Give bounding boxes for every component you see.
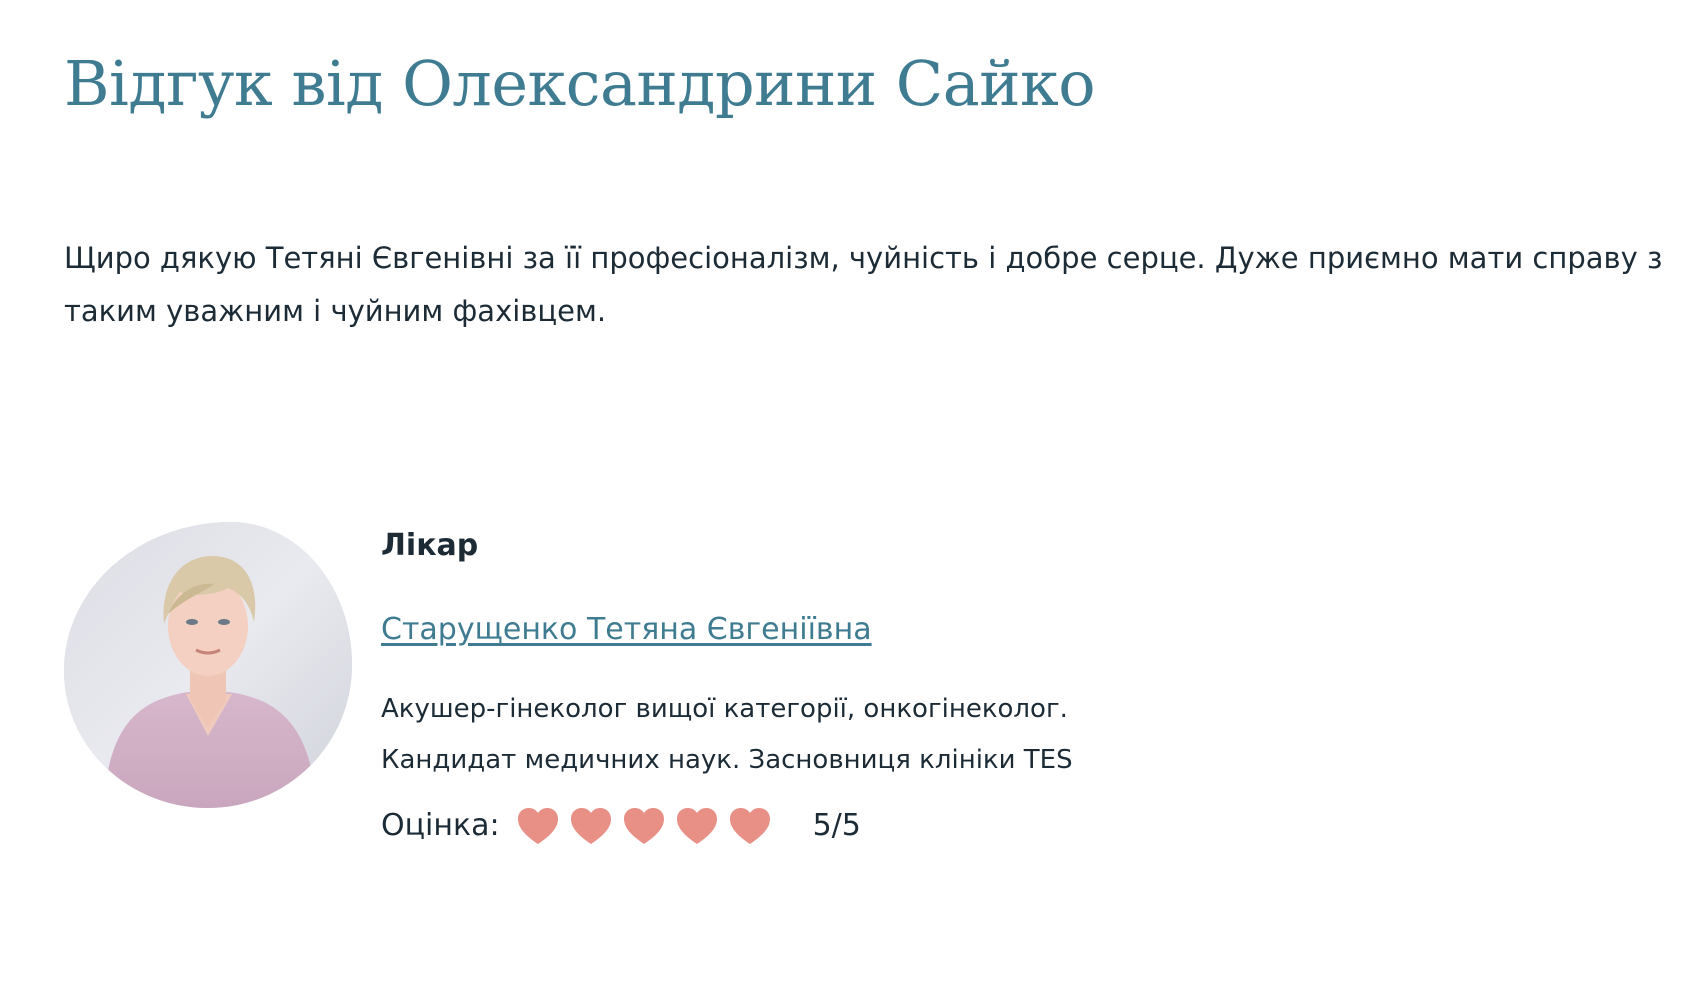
review-title: Відгук від Олександрини Сайко (64, 47, 1096, 120)
heart-icon (570, 808, 611, 844)
doctor-description-line1: Акушер-гінеколог вищої категорії, онкогі… (381, 694, 1068, 724)
doctor-label: Лікар (381, 528, 479, 563)
heart-icon (729, 808, 770, 844)
doctor-portrait-image (64, 522, 352, 808)
rating-label: Оцінка: (381, 808, 500, 843)
review-text: Щиро дякую Тетяні Євгенівні за її профес… (64, 241, 1663, 328)
rating-value: 5/5 (812, 808, 861, 843)
doctor-description-line2: Кандидат медичних наук. Засновниця кліні… (381, 745, 1073, 775)
rating-row: Оцінка: 5/5 (381, 802, 861, 850)
doctor-card: Лікар Старущенко Тетяна Євгеніївна Акуше… (64, 520, 1364, 844)
heart-icon (676, 808, 717, 844)
doctor-name-link[interactable]: Старущенко Тетяна Євгеніївна (381, 610, 872, 650)
doctor-photo (64, 522, 352, 808)
review-page: Відгук від Олександрини Сайко Щиро дякую… (64, 0, 1684, 998)
doctor-description: Акушер-гінеколог вищої категорії, онкогі… (381, 684, 1281, 786)
rating-hearts (516, 806, 781, 846)
heart-icon (517, 808, 558, 844)
heart-icon (623, 808, 664, 844)
